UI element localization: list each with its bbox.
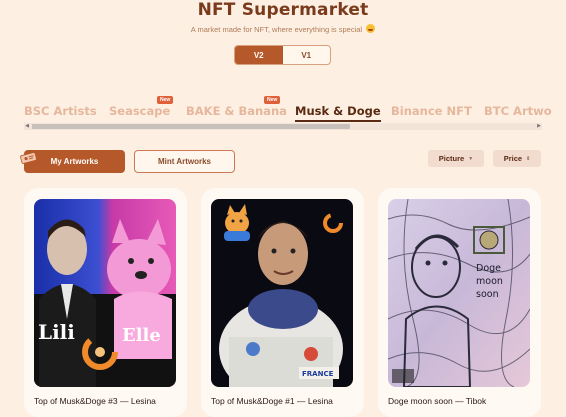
version-v1-button[interactable]: V1 (283, 46, 331, 64)
version-toggle[interactable]: V2 V1 (234, 45, 331, 65)
scroll-right-arrow-icon[interactable]: ▶ (536, 123, 542, 130)
chevron-down-icon: ▼ (468, 155, 474, 162)
tab-seascape[interactable]: Seascape (109, 104, 170, 118)
nft-card-caption: Top of Musk&Doge #1 — Lesina (211, 396, 333, 406)
nft-card[interactable]: Doge moon soon Doge moon soon — Tibok (378, 188, 541, 417)
new-badge: New (157, 96, 174, 104)
art-text-right: FRANCE (302, 370, 334, 378)
page-title: NFT Supermarket (197, 0, 369, 20)
category-tabs: BSC Artists Seascape New BAKE & Banana N… (0, 96, 566, 126)
price-select[interactable]: Price ⇕ (493, 150, 541, 167)
picture-select-label: Picture (438, 154, 465, 163)
version-v2-button[interactable]: V2 (235, 46, 283, 64)
subtitle-text: A market made for NFT, where everything … (190, 25, 363, 34)
nft-card-caption: Top of Musk&Doge #3 — Lesina (34, 396, 156, 406)
art-text-left: Lili (38, 320, 75, 344)
nft-card[interactable]: Lili Elle Top of Musk&Doge #3 — Lesina (24, 188, 187, 417)
tab-btc-artwork[interactable]: BTC Artwo (484, 104, 552, 118)
smiling-face-emoji-icon (366, 24, 376, 33)
tab-musk-doge[interactable]: Musk & Doge (295, 104, 381, 122)
tab-bake-banana[interactable]: BAKE & Banana (186, 104, 287, 118)
nft-artwork-image[interactable]: Lili Elle (34, 199, 176, 387)
nft-card[interactable]: FRANCE Top of Musk&Doge #1 — Lesina (201, 188, 364, 417)
art-text-right: Elle (122, 325, 161, 346)
tab-bsc-artists[interactable]: BSC Artists (24, 104, 97, 118)
scroll-left-arrow-icon[interactable]: ◀ (24, 123, 30, 130)
scrollbar-thumb[interactable] (32, 124, 350, 129)
new-badge: New (264, 96, 281, 104)
nft-artwork-image[interactable]: FRANCE (211, 199, 353, 387)
page-subtitle: A market made for NFT, where everything … (0, 24, 566, 34)
nft-card-caption: Doge moon soon — Tibok (388, 396, 487, 406)
sort-arrows-icon: ⇕ (526, 155, 531, 162)
my-artworks-button[interactable]: My Artworks (24, 150, 125, 173)
nft-artwork-image[interactable]: Doge moon soon (388, 199, 530, 387)
price-select-label: Price (503, 154, 523, 163)
tabs-scrollbar[interactable]: ◀ ▶ (24, 123, 542, 130)
picture-select[interactable]: Picture ▼ (428, 150, 484, 167)
mint-artworks-button[interactable]: Mint Artworks (134, 150, 235, 173)
tab-binance-nft[interactable]: Binance NFT (391, 104, 472, 118)
